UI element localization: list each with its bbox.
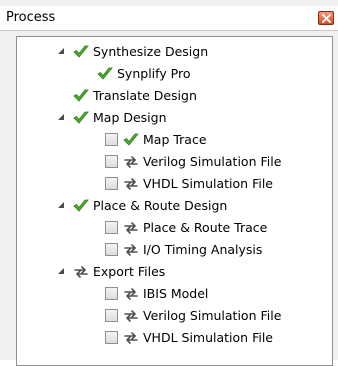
refresh-icon	[124, 310, 138, 322]
expand-arrow-icon[interactable]	[57, 267, 65, 275]
tree-item-label: Place & Route Trace	[143, 220, 268, 235]
success-check-icon	[73, 45, 89, 58]
tree-item-label: VHDL Simulation File	[143, 330, 273, 345]
close-button[interactable]	[318, 11, 334, 25]
process-tree: Synthesize Design Synplify Pro Translate…	[16, 36, 333, 366]
refresh-icon	[74, 266, 88, 278]
tree-item-label: Verilog Simulation File	[143, 308, 282, 323]
refresh-icon	[124, 156, 138, 168]
refresh-icon	[124, 222, 138, 234]
tree-item-translate-design[interactable]: Translate Design	[17, 85, 327, 107]
tree-item-place-route-trace[interactable]: Place & Route Trace	[17, 217, 327, 239]
checkbox[interactable]	[105, 309, 118, 322]
panel-title: Process	[6, 10, 56, 25]
expand-arrow-icon[interactable]	[57, 201, 65, 209]
checkbox[interactable]	[105, 331, 118, 344]
success-check-icon	[73, 111, 89, 124]
tree-item-export-vhdl-sim[interactable]: VHDL Simulation File	[17, 327, 327, 349]
tree-item-map-design[interactable]: Map Design	[17, 107, 327, 129]
tree-item-label: Export Files	[93, 264, 166, 279]
tree-item-label: Translate Design	[93, 88, 197, 103]
success-check-icon	[73, 89, 89, 102]
refresh-icon	[124, 178, 138, 190]
tree-item-place-route-design[interactable]: Place & Route Design	[17, 195, 327, 217]
checkbox[interactable]	[105, 155, 118, 168]
tree-item-label: I/O Timing Analysis	[143, 242, 263, 257]
tree-item-ibis-model[interactable]: IBIS Model	[17, 283, 327, 305]
tree-item-synthesize-design[interactable]: Synthesize Design	[17, 41, 327, 63]
checkbox[interactable]	[105, 221, 118, 234]
tree-item-label: VHDL Simulation File	[143, 176, 273, 191]
tree-item-label: Map Trace	[143, 132, 207, 147]
tree-item-label: Place & Route Design	[93, 198, 228, 213]
expand-arrow-icon[interactable]	[57, 47, 65, 55]
tree-item-label: Verilog Simulation File	[143, 154, 282, 169]
success-check-icon	[123, 133, 139, 146]
refresh-icon	[124, 288, 138, 300]
process-panel: Process Synthesize Design Synplify Pro T…	[0, 0, 338, 366]
tree-item-export-files[interactable]: Export Files	[17, 261, 327, 283]
tree-item-synplify-pro[interactable]: Synplify Pro	[17, 63, 327, 85]
checkbox[interactable]	[105, 287, 118, 300]
tree-item-io-timing-analysis[interactable]: I/O Timing Analysis	[17, 239, 327, 261]
tree-item-map-trace[interactable]: Map Trace	[17, 129, 327, 151]
close-icon	[322, 14, 331, 23]
success-check-icon	[97, 67, 113, 80]
tree-item-label: IBIS Model	[143, 286, 209, 301]
tree-item-map-verilog-sim[interactable]: Verilog Simulation File	[17, 151, 327, 173]
checkbox[interactable]	[105, 133, 118, 146]
tree-item-label: Synthesize Design	[93, 44, 209, 59]
tree-item-map-vhdl-sim[interactable]: VHDL Simulation File	[17, 173, 327, 195]
panel-title-bar: Process	[0, 6, 338, 31]
success-check-icon	[73, 199, 89, 212]
tree-item-label: Map Design	[93, 110, 167, 125]
expand-arrow-icon[interactable]	[57, 113, 65, 121]
tree-item-export-verilog-sim[interactable]: Verilog Simulation File	[17, 305, 327, 327]
refresh-icon	[124, 332, 138, 344]
tree-item-label: Synplify Pro	[117, 66, 191, 81]
refresh-icon	[124, 244, 138, 256]
checkbox[interactable]	[105, 243, 118, 256]
checkbox[interactable]	[105, 177, 118, 190]
